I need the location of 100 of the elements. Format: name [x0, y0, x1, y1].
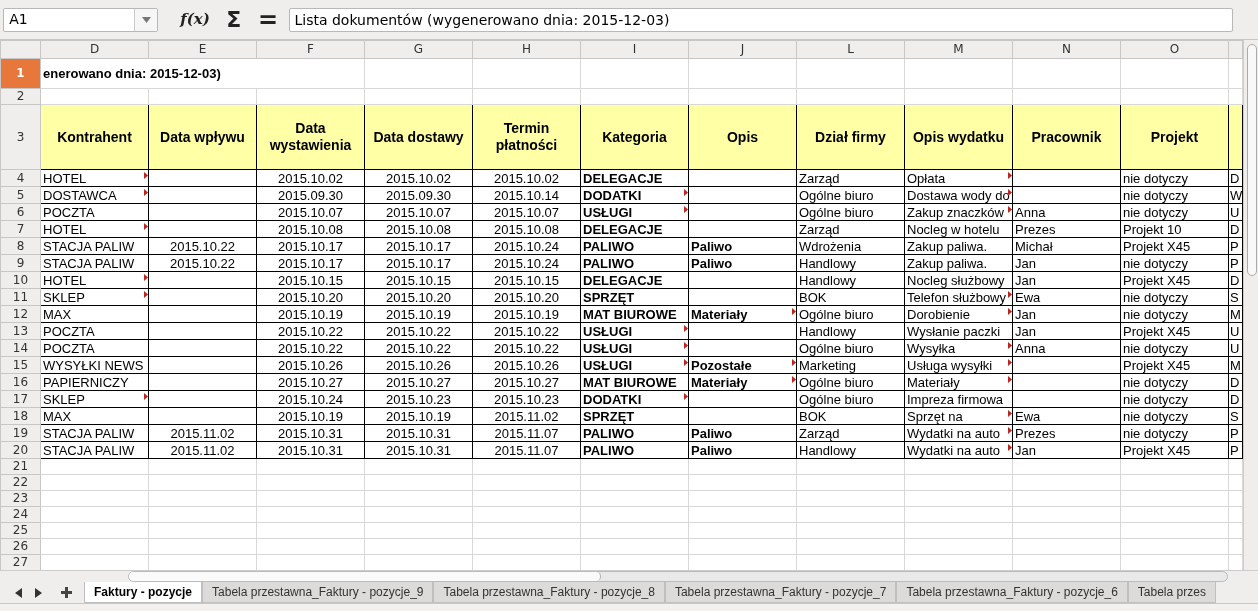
column-header[interactable]: J	[688, 40, 797, 59]
table-cell: Projekt 10	[1120, 220, 1229, 238]
sum-button[interactable]: Σ	[221, 8, 247, 31]
table-cell: nie dotyczy	[1120, 169, 1229, 187]
comment-marker-icon[interactable]	[1008, 172, 1012, 179]
scrollbar-thumb[interactable]	[129, 572, 601, 581]
column-header[interactable]: M	[904, 40, 1013, 59]
table-cell: Paliwo	[688, 441, 797, 459]
table-cell: Handlowy	[796, 322, 905, 340]
table-cell: 2015.11.02	[472, 407, 581, 425]
table-cell: Zarząd	[796, 424, 905, 442]
table-cell: nie dotyczy	[1120, 373, 1229, 391]
table-cell: Impreza firmowa	[904, 390, 1013, 408]
table-cell: P	[1228, 424, 1243, 442]
comment-marker-icon[interactable]	[684, 359, 688, 366]
table-cell: nie dotyczy	[1120, 424, 1229, 442]
column-header[interactable]: N	[1012, 40, 1121, 59]
comment-marker-icon[interactable]	[144, 189, 148, 196]
sheet-tab[interactable]: Tabela przestawna_Faktury - pozycje_7	[664, 582, 897, 603]
formula-input[interactable]: Lista dokumentów (wygenerowano dnia: 2015-12-03)	[289, 7, 1233, 32]
comment-marker-icon[interactable]	[144, 291, 148, 298]
comment-marker-icon[interactable]	[144, 223, 148, 230]
comment-marker-icon[interactable]	[144, 393, 148, 400]
column-heading: Termin płatności	[472, 104, 581, 170]
table-cell: S	[1228, 288, 1243, 306]
table-cell: USŁUGI	[580, 339, 689, 357]
table-cell: 2015.10.07	[472, 203, 581, 221]
name-box[interactable]: A1	[3, 7, 159, 32]
comment-marker-icon[interactable]	[1008, 342, 1012, 349]
table-cell: 2015.10.19	[472, 305, 581, 323]
function-wizard-button[interactable]: f(x)	[175, 8, 215, 31]
sheet-tab[interactable]: Tabela przestawna_Faktury - pozycje_9	[202, 582, 434, 603]
table-cell: Paliwo	[688, 237, 797, 255]
comment-marker-icon[interactable]	[1008, 308, 1012, 315]
table-cell: U	[1228, 203, 1243, 221]
comment-marker-icon[interactable]	[684, 206, 688, 213]
table-cell: WYSYŁKI NEWS	[40, 356, 149, 374]
comment-marker-icon[interactable]	[684, 342, 688, 349]
comment-marker-icon[interactable]	[684, 189, 688, 196]
column-header[interactable]: I	[580, 40, 689, 59]
comment-marker-icon[interactable]	[684, 325, 688, 332]
row-header[interactable]: 3	[0, 104, 41, 170]
sheet-tab[interactable]: Tabela przestawna_Faktury - pozycje_6	[896, 582, 1128, 603]
sheet-tab[interactable]: Tabela przestawna_Faktury - pozycje_8	[433, 582, 665, 603]
column-heading: Kategoria	[580, 104, 689, 170]
plus-icon	[60, 587, 72, 598]
column-heading: Opis	[688, 104, 797, 170]
table-cell: S	[1228, 407, 1243, 425]
table-cell: Dorobienie	[904, 305, 1013, 323]
comment-marker-icon[interactable]	[144, 274, 148, 281]
table-cell: nie dotyczy	[1120, 390, 1229, 408]
table-cell: Pozostałe	[688, 356, 797, 374]
comment-marker-icon[interactable]	[792, 376, 796, 383]
table-cell: Projekt X45	[1120, 322, 1229, 340]
table-cell: 2015.10.17	[256, 237, 365, 255]
table-cell: Jan	[1012, 271, 1121, 289]
column-header[interactable]: F	[256, 40, 365, 59]
table-cell: D	[1228, 373, 1243, 391]
comment-marker-icon[interactable]	[1008, 206, 1012, 213]
comment-marker-icon[interactable]	[792, 359, 796, 366]
column-header[interactable]: E	[148, 40, 257, 59]
name-box-input[interactable]: A1	[4, 9, 135, 30]
comment-marker-icon[interactable]	[1008, 359, 1012, 366]
comment-marker-icon[interactable]	[1008, 444, 1012, 451]
table-cell: 2015.10.24	[472, 254, 581, 272]
comment-marker-icon[interactable]	[1008, 376, 1012, 383]
table-cell: PALIWO	[580, 424, 689, 442]
table-cell: DELEGACJE	[580, 220, 689, 238]
table-cell: PALIWO	[580, 441, 689, 459]
comment-marker-icon[interactable]	[1008, 410, 1012, 417]
column-header[interactable]: H	[472, 40, 581, 59]
table-cell: 2015.10.15	[364, 271, 473, 289]
column-header[interactable]: O	[1120, 40, 1229, 59]
column-header[interactable]: L	[796, 40, 905, 59]
vertical-scrollbar[interactable]	[1243, 40, 1258, 570]
comment-marker-icon[interactable]	[1008, 189, 1012, 196]
comment-marker-icon[interactable]	[1008, 291, 1012, 298]
table-cell: 2015.10.27	[256, 373, 365, 391]
sheet-tab[interactable]: Faktury - pozycje	[84, 582, 203, 603]
column-header[interactable]: D	[40, 40, 149, 59]
table-cell: Zarząd	[796, 220, 905, 238]
column-heading: Opis wydatku	[904, 104, 1013, 170]
table-cell: MAX	[40, 407, 149, 425]
table-cell: POCZTA	[40, 203, 149, 221]
horizontal-scrollbar[interactable]	[128, 571, 1228, 582]
comment-marker-icon[interactable]	[1008, 427, 1012, 434]
table-cell: nie dotyczy	[1120, 407, 1229, 425]
scrollbar-thumb[interactable]	[1247, 44, 1257, 276]
column-header[interactable]: G	[364, 40, 473, 59]
table-cell: SPRZĘT	[580, 407, 689, 425]
sheet-tab[interactable]: Tabela przes	[1127, 582, 1216, 603]
comment-marker-icon[interactable]	[144, 172, 148, 179]
table-cell: Opłata	[904, 169, 1013, 187]
comment-marker-icon[interactable]	[684, 393, 688, 400]
comment-marker-icon[interactable]	[792, 308, 796, 315]
table-cell: Paliwo	[688, 424, 797, 442]
table-cell: Projekt X45	[1120, 271, 1229, 289]
table-cell: STACJA PALIW	[40, 237, 149, 255]
formula-button[interactable]: =	[252, 7, 283, 32]
dropdown-button[interactable]	[134, 8, 158, 31]
